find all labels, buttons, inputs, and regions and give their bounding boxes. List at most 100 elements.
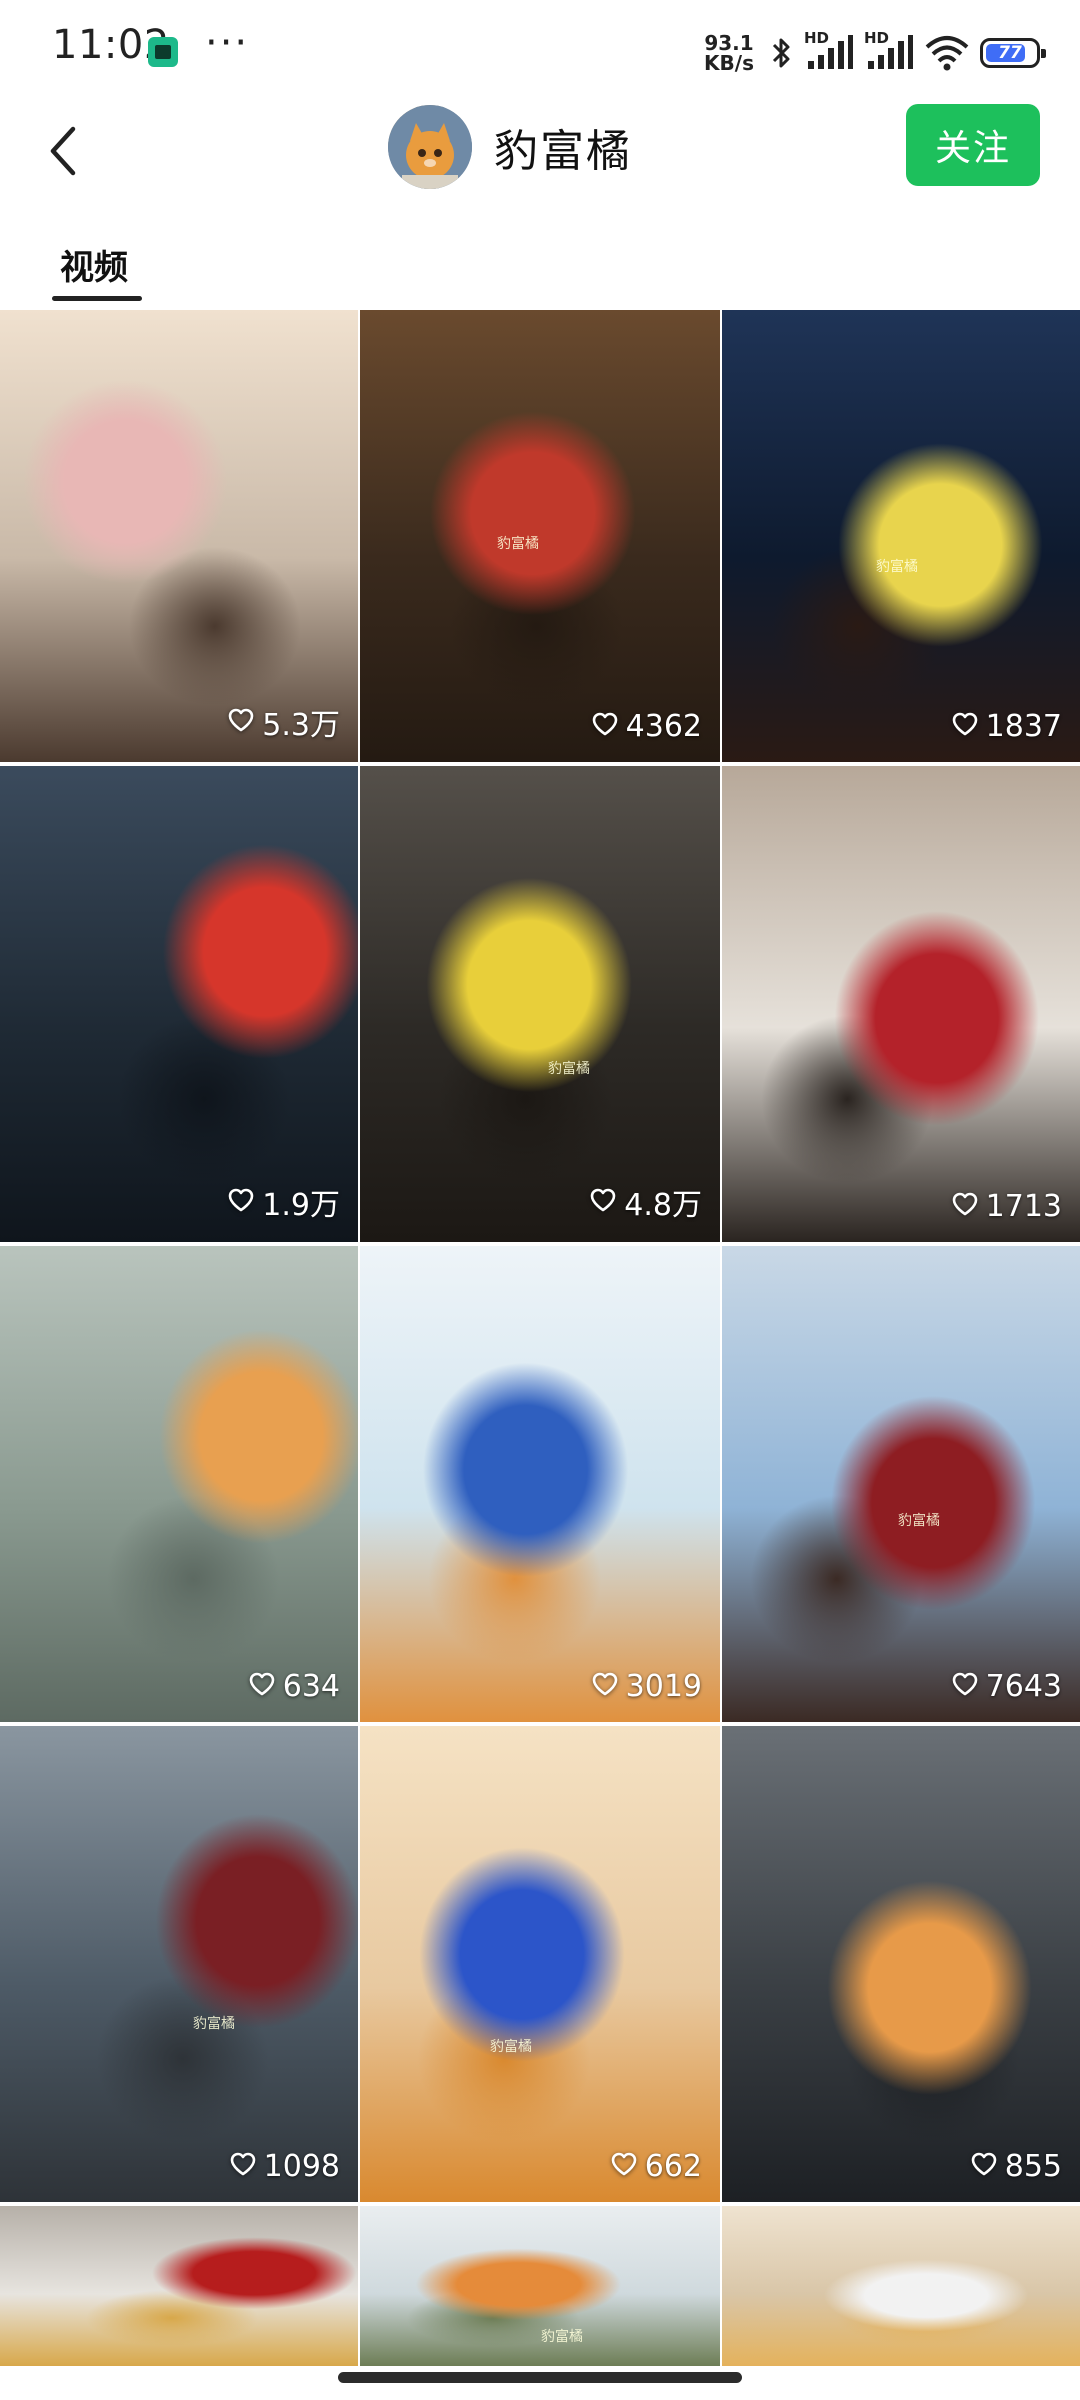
profile-header: 豹富橘 关注 — [0, 96, 1080, 206]
like-count: 855 — [971, 2149, 1062, 2184]
thumbnail-image — [722, 766, 1080, 1242]
video-thumbnail[interactable]: 豹富橘 4.8万 — [360, 766, 720, 1242]
thumbnail-watermark: 豹富橘 — [541, 2329, 583, 2345]
heart-icon — [230, 2149, 256, 2184]
thumbnail-image — [360, 2206, 720, 2366]
video-thumbnail[interactable]: 5.3万 — [0, 310, 358, 762]
thumbnail-image — [360, 1726, 720, 2202]
video-thumbnail[interactable] — [722, 2206, 1080, 2366]
heart-icon — [592, 1669, 618, 1704]
tab-active-indicator — [52, 296, 142, 301]
video-thumbnail[interactable]: 1713 — [722, 766, 1080, 1242]
signal-1-label: HD — [804, 29, 830, 47]
tab-videos[interactable]: 视频 — [60, 240, 128, 289]
thumbnail-image — [722, 1246, 1080, 1722]
video-thumbnail[interactable]: 豹富橘 4362 — [360, 310, 720, 762]
thumbnail-image — [0, 1726, 358, 2202]
battery-icon: 77 — [980, 38, 1046, 68]
video-thumbnail[interactable]: 3019 — [360, 1246, 720, 1722]
status-bar: 11:02 ··· 93.1 KB/s HD HD 77 — [0, 0, 1080, 96]
thumbnail-image — [722, 2206, 1080, 2366]
battery-level: 77 — [998, 43, 1022, 63]
heart-icon — [590, 1185, 616, 1220]
video-thumbnail[interactable]: 855 — [722, 1726, 1080, 2202]
heart-icon — [952, 709, 978, 744]
home-indicator[interactable] — [338, 2372, 742, 2383]
thumbnail-watermark: 豹富橘 — [876, 559, 918, 575]
thumbnail-watermark: 豹富橘 — [497, 536, 539, 552]
chevron-left-icon — [50, 126, 76, 176]
thumbnail-watermark: 豹富橘 — [898, 1513, 940, 1529]
status-icons: 93.1 KB/s HD HD 77 — [698, 28, 1046, 78]
thumbnail-image — [0, 1246, 358, 1722]
thumbnail-image — [0, 310, 358, 762]
cat-avatar-image — [388, 105, 472, 189]
more-notifications-icon: ··· — [205, 20, 250, 66]
heart-icon — [592, 709, 618, 744]
heart-icon — [249, 1669, 275, 1704]
profile-tabs: 视频 — [0, 230, 1080, 306]
thumbnail-image — [722, 1726, 1080, 2202]
heart-icon — [952, 1189, 978, 1224]
like-count: 662 — [611, 2149, 702, 2184]
heart-icon — [228, 1185, 254, 1220]
like-count: 3019 — [592, 1669, 702, 1704]
wifi-icon — [924, 35, 970, 71]
like-count-value: 1098 — [263, 2149, 340, 2184]
app-notification-icon — [148, 37, 178, 67]
like-count-value: 7643 — [985, 1669, 1062, 1704]
video-thumbnail[interactable]: 豹富橘 662 — [360, 1726, 720, 2202]
signal-2-label: HD — [864, 29, 890, 47]
thumbnail-image — [0, 766, 358, 1242]
profile-info[interactable]: 豹富橘 — [388, 104, 632, 190]
video-thumbnail[interactable]: 634 — [0, 1246, 358, 1722]
like-count: 1713 — [952, 1189, 1062, 1224]
heart-icon — [228, 705, 254, 740]
network-speed: 93.1 KB/s — [698, 33, 760, 73]
like-count: 634 — [249, 1669, 340, 1704]
like-count-value: 4.8万 — [624, 1188, 702, 1223]
thumbnail-image — [0, 2206, 358, 2366]
like-count-value: 3019 — [625, 1669, 702, 1704]
video-thumbnail[interactable]: 豹富橘 — [360, 2206, 720, 2366]
video-thumbnail[interactable]: 豹富橘 1098 — [0, 1726, 358, 2202]
thumbnail-image — [722, 310, 1080, 762]
thumbnail-image — [360, 766, 720, 1242]
video-thumbnail[interactable]: 豹富橘 1837 — [722, 310, 1080, 762]
like-count-value: 5.3万 — [262, 708, 340, 743]
heart-icon — [971, 2149, 997, 2184]
signal-1-icon: HD — [804, 29, 854, 73]
heart-icon — [952, 1669, 978, 1704]
video-thumbnail[interactable]: 豹富橘 7643 — [722, 1246, 1080, 1722]
like-count-value: 855 — [1004, 2149, 1062, 2184]
profile-name: 豹富橘 — [494, 126, 632, 177]
video-thumbnail[interactable]: 1.9万 — [0, 766, 358, 1242]
like-count-value: 1713 — [985, 1189, 1062, 1224]
signal-2-icon: HD — [864, 29, 914, 73]
like-count-value: 662 — [644, 2149, 702, 2184]
like-count: 1837 — [952, 709, 1062, 744]
like-count: 1.9万 — [228, 1180, 340, 1224]
like-count: 7643 — [952, 1669, 1062, 1704]
avatar[interactable] — [388, 105, 472, 189]
back-button[interactable] — [28, 116, 98, 186]
thumbnail-watermark: 豹富橘 — [193, 2016, 235, 2032]
like-count-value: 1837 — [985, 709, 1062, 744]
like-count: 5.3万 — [228, 700, 340, 744]
network-speed-unit: KB/s — [704, 51, 754, 75]
video-thumbnail[interactable] — [0, 2206, 358, 2366]
like-count: 4.8万 — [590, 1180, 702, 1224]
like-count: 4362 — [592, 709, 702, 744]
like-count-value: 1.9万 — [262, 1188, 340, 1223]
network-speed-value: 93.1 — [704, 31, 754, 55]
like-count: 1098 — [230, 2149, 340, 2184]
thumbnail-watermark: 豹富橘 — [490, 2039, 532, 2055]
bluetooth-icon — [770, 35, 794, 71]
thumbnail-image — [360, 310, 720, 762]
follow-button[interactable]: 关注 — [906, 104, 1040, 186]
heart-icon — [611, 2149, 637, 2184]
thumbnail-image — [360, 1246, 720, 1722]
like-count-value: 634 — [282, 1669, 340, 1704]
like-count-value: 4362 — [625, 709, 702, 744]
thumbnail-watermark: 豹富橘 — [548, 1061, 590, 1077]
